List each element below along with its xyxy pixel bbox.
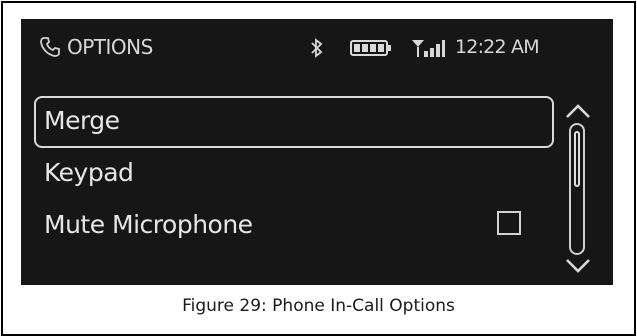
mute-checkbox[interactable] <box>497 211 521 235</box>
status-title-group: OPTIONS <box>39 35 153 59</box>
chevron-down-icon[interactable] <box>565 257 591 275</box>
scrollbar-track[interactable] <box>569 123 585 255</box>
phone-icon <box>39 36 61 58</box>
chevron-up-icon[interactable] <box>565 102 591 120</box>
clock: 12:22 AM <box>455 36 540 58</box>
screen-title: OPTIONS <box>67 35 153 59</box>
scrollbar-thumb[interactable] <box>574 131 580 187</box>
menu-item-mute-microphone[interactable]: Mute Microphone <box>34 200 554 252</box>
battery-icon <box>350 40 391 56</box>
signal-icon <box>412 40 445 57</box>
menu-item-merge[interactable]: Merge <box>34 96 554 148</box>
options-menu: Merge Keypad Mute Microphone <box>34 96 554 252</box>
menu-item-label: Mute Microphone <box>44 210 253 239</box>
display-screen: OPTIONS 12:22 AM Merge Keypad Mute Micro… <box>21 19 613 285</box>
menu-item-label: Keypad <box>44 158 134 187</box>
menu-item-label: Merge <box>44 106 120 135</box>
status-bar: OPTIONS 12:22 AM <box>21 19 613 77</box>
bluetooth-icon <box>311 38 323 58</box>
menu-item-keypad[interactable]: Keypad <box>34 148 554 200</box>
figure-caption: Figure 29: Phone In-Call Options <box>182 296 455 316</box>
